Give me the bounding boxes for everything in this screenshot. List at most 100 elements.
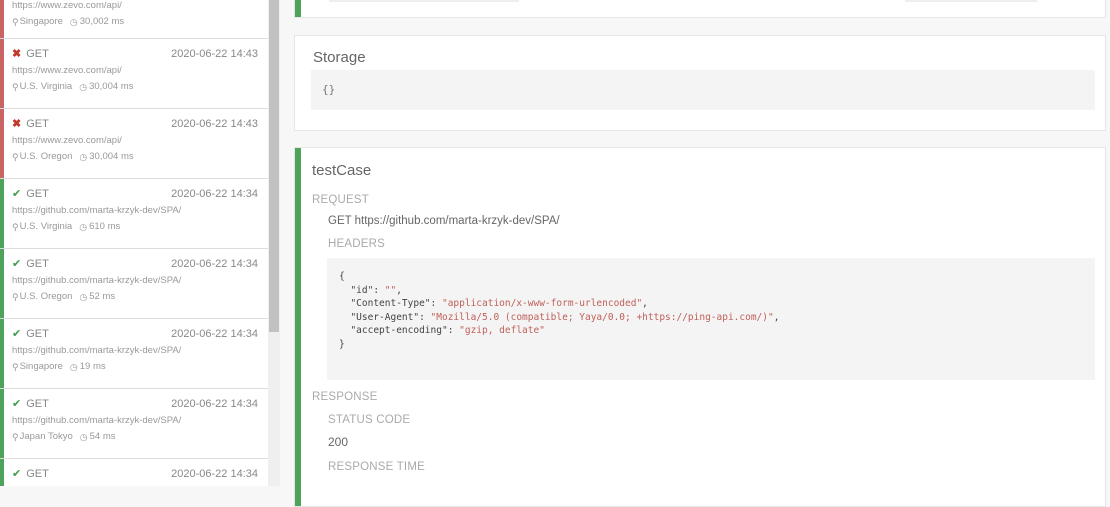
request-meta: ⚲ Singapore ◷ 19 ms bbox=[12, 361, 258, 373]
request-url: https://github.com/marta-krzyk-dev/SPA/ bbox=[12, 345, 182, 356]
status-bar bbox=[0, 459, 4, 486]
status-bar bbox=[0, 249, 4, 318]
location-pin-icon: ⚲ bbox=[12, 432, 19, 442]
location-pin-icon: ⚲ bbox=[12, 17, 19, 27]
request-location: U.S. Virginia bbox=[19, 81, 73, 92]
testcase-panel: testCase REQUEST GET https://github.com/… bbox=[294, 147, 1106, 507]
header-value: "gzip, deflate" bbox=[459, 325, 545, 336]
request-location: U.S. Oregon bbox=[19, 151, 73, 162]
request-list-scrollbar[interactable] bbox=[268, 0, 280, 486]
headers-code: { "id": "", "Content-Type": "application… bbox=[339, 271, 780, 350]
header-key: "accept-encoding" bbox=[350, 325, 448, 336]
request-location: U.S. Virginia bbox=[19, 221, 73, 232]
clock-icon: ◷ bbox=[79, 82, 88, 92]
request-duration: 30,004 ms bbox=[89, 81, 134, 92]
request-url: https://www.zevo.com/api/ bbox=[12, 65, 122, 76]
request-duration: 52 ms bbox=[89, 291, 116, 302]
clock-icon: ◷ bbox=[79, 152, 88, 162]
request-duration: 30,002 ms bbox=[79, 16, 125, 27]
request-meta: ⚲ Singapore ◷ 30,002 ms bbox=[12, 16, 258, 28]
location-pin-icon: ⚲ bbox=[12, 362, 19, 372]
request-location: Japan Tokyo bbox=[19, 431, 73, 442]
request-item[interactable]: ✔ GET 2020-06-22 14:34 https://github.com… bbox=[0, 389, 268, 459]
request-meta: ⚲ U.S. Virginia ◷ 30,004 ms bbox=[12, 81, 258, 93]
testcase-title: testCase bbox=[312, 162, 372, 179]
request-time: 2020-06-22 14:34 bbox=[171, 188, 258, 200]
request-method: GET bbox=[26, 48, 49, 60]
request-item[interactable]: ✔ GET 2020-06-22 14:34 https://github.com… bbox=[0, 319, 268, 389]
location-pin-icon: ⚲ bbox=[12, 292, 19, 302]
request-time: 2020-06-22 14:34 bbox=[171, 468, 258, 480]
request-line: GET https://github.com/marta-krzyk-dev/S… bbox=[328, 215, 560, 227]
request-time: 2020-06-22 14:34 bbox=[171, 328, 258, 340]
location-pin-icon: ⚲ bbox=[12, 222, 19, 232]
request-url: https://www.zevo.com/api/ bbox=[12, 0, 122, 11]
clock-icon: ◷ bbox=[69, 362, 78, 372]
request-duration: 610 ms bbox=[89, 221, 121, 232]
status-bar bbox=[0, 179, 4, 248]
request-method: GET bbox=[26, 468, 49, 480]
x-icon: ✖ bbox=[12, 118, 22, 130]
header-key: "Content-Type" bbox=[350, 298, 431, 309]
request-duration: 54 ms bbox=[89, 431, 116, 442]
status-bar bbox=[0, 0, 4, 38]
request-url: https://www.zevo.com/api/ bbox=[12, 135, 122, 146]
request-method: GET bbox=[26, 118, 49, 130]
status-code-value: 200 bbox=[328, 435, 349, 449]
check-icon: ✔ bbox=[12, 258, 22, 270]
check-icon: ✔ bbox=[12, 188, 22, 200]
request-url: https://github.com/marta-krzyk-dev/SPA/ bbox=[12, 415, 182, 426]
status-bar bbox=[0, 39, 4, 108]
status-bar bbox=[295, 0, 301, 17]
header-key: "id" bbox=[350, 284, 374, 296]
request-meta: ⚲ U.S. Virginia ◷ 610 ms bbox=[12, 221, 258, 233]
request-list: https://www.zevo.com/api/ ⚲ Singapore ◷ … bbox=[0, 0, 268, 486]
status-bar bbox=[0, 389, 4, 458]
headers-label: HEADERS bbox=[328, 238, 385, 250]
request-url: https://github.com/marta-krzyk-dev/SPA/ bbox=[12, 275, 182, 286]
scrollbar-thumb[interactable] bbox=[269, 0, 279, 332]
request-method: GET bbox=[26, 188, 49, 200]
storage-title: Storage bbox=[313, 49, 366, 66]
request-url: https://github.com/marta-krzyk-dev/SPA/ bbox=[12, 205, 182, 216]
headers-code-box: { "id": "", "Content-Type": "application… bbox=[327, 258, 1095, 380]
check-icon: ✔ bbox=[12, 328, 22, 340]
request-time: 2020-06-22 14:43 bbox=[171, 118, 258, 130]
request-method: GET bbox=[26, 398, 49, 410]
request-item[interactable]: https://www.zevo.com/api/ ⚲ Singapore ◷ … bbox=[0, 0, 268, 39]
request-meta: ⚲ U.S. Oregon ◷ 30,004 ms bbox=[12, 151, 258, 163]
status-bar bbox=[295, 148, 301, 506]
request-item[interactable]: ✔ GET 2020-06-22 14:34 https://github.com… bbox=[0, 179, 268, 249]
x-icon: ✖ bbox=[12, 48, 22, 60]
request-meta: ⚲ Japan Tokyo ◷ 54 ms bbox=[12, 431, 258, 443]
storage-code-box: {} bbox=[311, 70, 1095, 110]
previous-panel bbox=[294, 0, 1106, 18]
request-time: 2020-06-22 14:34 bbox=[171, 398, 258, 410]
location-pin-icon: ⚲ bbox=[12, 152, 19, 162]
clock-icon: ◷ bbox=[79, 292, 88, 302]
check-icon: ✔ bbox=[12, 398, 22, 410]
response-time-label: RESPONSE TIME bbox=[328, 461, 425, 473]
request-location: U.S. Oregon bbox=[19, 291, 73, 302]
request-location: Singapore bbox=[19, 16, 63, 27]
request-item[interactable]: ✔ GET 2020-06-22 14:34 bbox=[0, 459, 268, 486]
clock-icon: ◷ bbox=[69, 17, 78, 27]
request-item[interactable]: ✖ GET 2020-06-22 14:43 https://www.zevo.c… bbox=[0, 39, 268, 109]
header-key: "User-Agent" bbox=[350, 311, 420, 323]
response-label: RESPONSE bbox=[312, 391, 378, 403]
storage-panel: Storage {} bbox=[294, 35, 1106, 131]
request-method: GET bbox=[26, 328, 49, 340]
clock-icon: ◷ bbox=[79, 432, 88, 442]
header-value: "Mozilla/5.0 (compatible; Yaya/0.0; +htt… bbox=[430, 311, 774, 323]
request-item[interactable]: ✔ GET 2020-06-22 14:34 https://github.com… bbox=[0, 249, 268, 319]
request-duration: 30,004 ms bbox=[89, 151, 134, 162]
location-pin-icon: ⚲ bbox=[12, 82, 19, 92]
status-bar bbox=[0, 109, 4, 178]
check-icon: ✔ bbox=[12, 468, 22, 480]
header-value: "application/x-www-form-urlencoded" bbox=[441, 298, 643, 309]
request-method: GET bbox=[26, 258, 49, 270]
request-time: 2020-06-22 14:43 bbox=[171, 48, 258, 60]
request-item[interactable]: ✖ GET 2020-06-22 14:43 https://www.zevo.c… bbox=[0, 109, 268, 179]
request-label: REQUEST bbox=[312, 194, 369, 206]
clock-icon: ◷ bbox=[79, 222, 88, 232]
